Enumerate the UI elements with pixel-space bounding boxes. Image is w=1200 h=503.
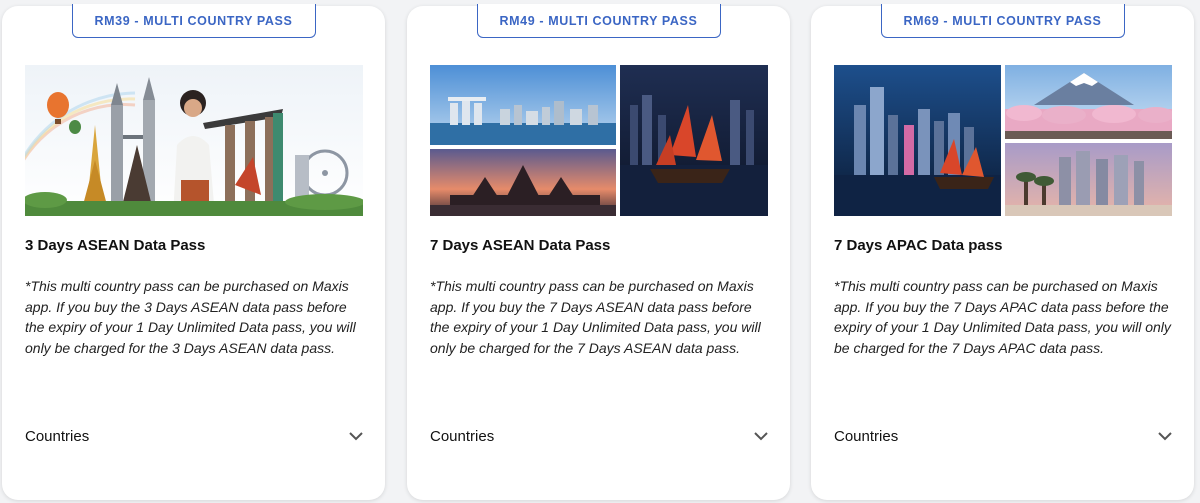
pass-title: 3 Days ASEAN Data Pass bbox=[25, 237, 206, 254]
countries-accordion-toggle[interactable]: Countries bbox=[25, 416, 363, 456]
pass-title: 7 Days APAC Data pass bbox=[834, 237, 1003, 254]
price-badge: RM49 - MULTI COUNTRY PASS bbox=[476, 4, 721, 38]
countries-accordion-toggle[interactable]: Countries bbox=[834, 416, 1172, 456]
chevron-down-icon bbox=[754, 431, 768, 440]
chevron-down-icon bbox=[1158, 431, 1172, 440]
pass-description: *This multi country pass can be purchase… bbox=[25, 278, 356, 356]
pass-image bbox=[25, 65, 363, 216]
pass-description: *This multi country pass can be purchase… bbox=[834, 278, 1171, 356]
asean-landmarks-collage-icon bbox=[25, 65, 363, 216]
pass-image bbox=[834, 65, 1172, 216]
price-badge: RM69 - MULTI COUNTRY PASS bbox=[880, 4, 1125, 38]
pass-card-rm69: RM69 - MULTI COUNTRY PASS 7 Days APAC Da… bbox=[811, 4, 1194, 500]
asean-cities-collage-icon bbox=[430, 65, 768, 216]
countries-accordion-toggle[interactable]: Countries bbox=[430, 416, 768, 456]
chevron-down-icon bbox=[349, 431, 363, 440]
price-badge: RM39 - MULTI COUNTRY PASS bbox=[71, 4, 316, 38]
pass-card-rm49: RM49 - MULTI COUNTRY PASS 7 Days ASEAN D… bbox=[407, 4, 790, 500]
pass-card-rm39: RM39 - MULTI COUNTRY PASS 3 Days ASEAN D… bbox=[2, 4, 385, 500]
countries-label: Countries bbox=[25, 427, 90, 445]
countries-label: Countries bbox=[834, 427, 899, 445]
pass-description: *This multi country pass can be purchase… bbox=[430, 278, 761, 356]
pass-title: 7 Days ASEAN Data Pass bbox=[430, 237, 611, 254]
apac-cities-collage-icon bbox=[834, 65, 1172, 216]
pass-image bbox=[430, 65, 768, 216]
countries-label: Countries bbox=[430, 427, 495, 445]
